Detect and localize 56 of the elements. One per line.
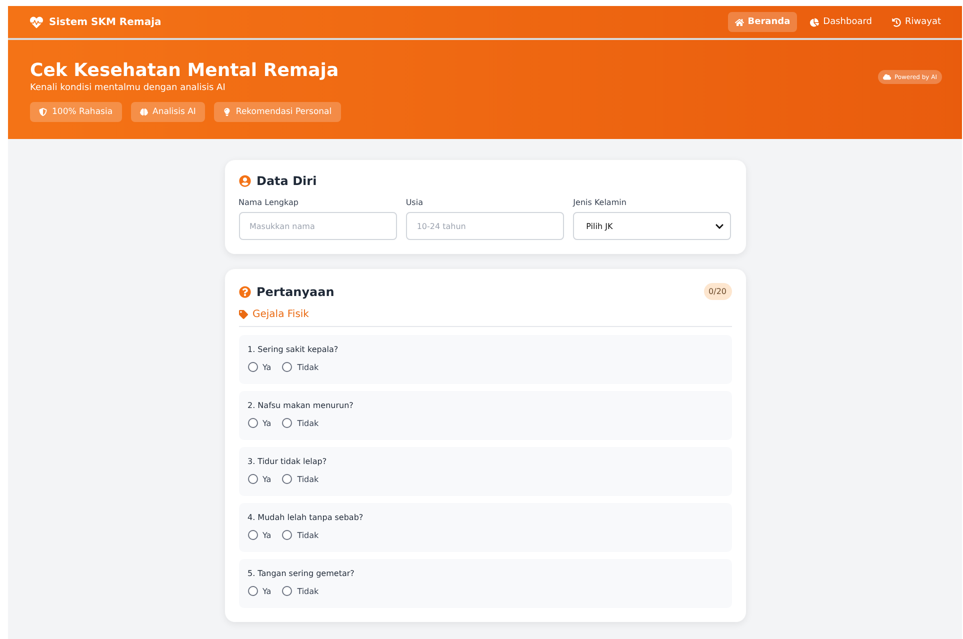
radio-button[interactable] <box>282 362 292 372</box>
brain-icon <box>140 108 148 116</box>
option-label: Tidak <box>297 362 319 372</box>
radio-button[interactable] <box>282 586 292 596</box>
tag-icon <box>238 310 248 319</box>
pie-chart-icon <box>810 18 820 26</box>
option-label: Ya <box>262 530 272 540</box>
chevron-down-icon <box>715 222 724 230</box>
radio-button[interactable] <box>282 418 292 428</box>
category-heading: Gejala Fisik <box>252 309 309 320</box>
input-field[interactable]: Masukkan nama <box>238 212 397 240</box>
input-field[interactable]: 10-24 tahun <box>406 212 564 240</box>
radio-button[interactable] <box>282 474 292 484</box>
radio-button[interactable] <box>248 586 258 596</box>
option-label: Tidak <box>297 418 319 428</box>
home-icon <box>734 18 744 26</box>
option-label: Tidak <box>297 474 319 484</box>
field-label: Usia <box>406 198 424 207</box>
select-field[interactable]: Pilih JK <box>573 212 732 240</box>
option-label: Tidak <box>297 586 319 596</box>
brand-name: Sistem SKM Remaja <box>49 16 162 28</box>
cloud-icon <box>883 73 892 81</box>
nav-link[interactable]: Riwayat <box>885 12 948 32</box>
radio-button[interactable] <box>248 530 258 540</box>
radio-button[interactable] <box>248 362 258 372</box>
question-text: 4. Mudah lelah tanpa sebab? <box>248 513 364 522</box>
heartbeat-icon <box>30 16 43 28</box>
radio-button[interactable] <box>248 474 258 484</box>
history-icon <box>892 18 901 26</box>
option-label: Ya <box>262 362 272 372</box>
radio-button[interactable] <box>282 530 292 540</box>
shield-icon <box>39 108 47 116</box>
question-icon <box>238 286 250 298</box>
hero-subtitle: Kenali kondisi mentalmu dengan analisis AI <box>30 83 226 93</box>
card-title: Data Diri <box>256 174 317 188</box>
nav-link[interactable]: Beranda <box>728 12 798 32</box>
field-label: Jenis Kelamin <box>573 198 628 207</box>
question-text: 1. Sering sakit kepala? <box>248 345 340 354</box>
question-text: 5. Tangan sering gemetar? <box>248 569 356 578</box>
radio-button[interactable] <box>248 418 258 428</box>
question-text: 3. Tidur tidak lelap? <box>248 457 328 466</box>
option-label: Ya <box>262 418 272 428</box>
option-label: Ya <box>262 474 272 484</box>
hero-title: Cek Kesehatan Mental Remaja <box>30 60 340 81</box>
question-text: 2. Nafsu makan menurun? <box>248 401 354 410</box>
feature-tag: Analisis AI <box>130 102 205 122</box>
nav-link[interactable]: Dashboard <box>803 12 879 32</box>
lightbulb-icon <box>222 108 231 116</box>
progress-counter: 0/20 <box>704 283 732 300</box>
user-icon <box>238 175 250 187</box>
field-label: Nama Lengkap <box>238 198 300 207</box>
option-label: Ya <box>262 586 272 596</box>
card-title: Pertanyaan <box>256 284 334 298</box>
feature-tag: 100% Rahasia <box>30 102 122 122</box>
feature-tag: Rekomendasi Personal <box>214 102 341 122</box>
option-label: Tidak <box>297 530 319 540</box>
